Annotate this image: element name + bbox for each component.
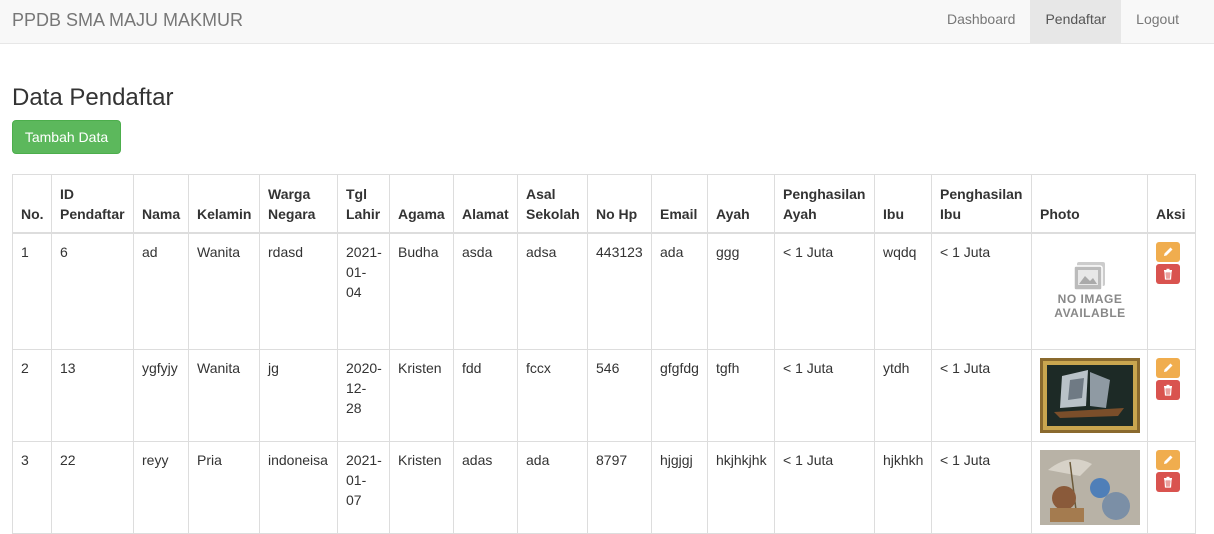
table-cell: Kristen — [389, 441, 454, 534]
photo-thumbnail[interactable] — [1040, 450, 1140, 525]
table-cell: < 1 Juta — [774, 441, 875, 534]
trash-icon — [1164, 476, 1172, 488]
page-title: Data Pendaftar — [12, 84, 174, 111]
table-cell: < 1 Juta — [774, 232, 875, 350]
table-cell: 2 — [12, 349, 52, 442]
table-cell: wqdq — [874, 232, 932, 350]
table-cell: adas — [453, 441, 518, 534]
table-cell: Wanita — [188, 349, 260, 442]
trash-icon — [1164, 384, 1172, 396]
table-cell: hkjhkjhk — [707, 441, 775, 534]
table-cell: 8797 — [587, 441, 652, 534]
col-header: Agama — [389, 174, 454, 234]
pencil-icon — [1164, 455, 1173, 464]
table-cell: Wanita — [188, 232, 260, 350]
trash-icon — [1164, 268, 1172, 280]
add-data-button[interactable]: Tambah Data — [12, 120, 121, 154]
col-header: Penghasilan Ayah — [774, 174, 875, 234]
photo-cell — [1031, 441, 1148, 534]
table-cell: < 1 Juta — [774, 349, 875, 442]
table-header-row: No. ID Pendaftar Nama Kelamin Warga Nega… — [12, 174, 1196, 234]
actions-cell — [1147, 349, 1196, 442]
photo-cell: NO IMAGE AVAILABLE — [1031, 232, 1148, 350]
table-cell: Kristen — [389, 349, 454, 442]
table-cell: 3 — [12, 441, 52, 534]
col-header: Warga Negara — [259, 174, 338, 234]
navbar: PPDB SMA MAJU MAKMUR Dashboard Pendaftar… — [0, 0, 1214, 44]
nav-item-pendaftar[interactable]: Pendaftar — [1030, 0, 1122, 43]
table-cell: gfgfdg — [651, 349, 708, 442]
edit-button[interactable] — [1156, 241, 1180, 262]
table-cell: reyy — [133, 441, 189, 534]
table-row: 2 13 ygfyjy Wanita jg 2020-12-28 Kristen… — [12, 349, 1196, 442]
table-cell: ggg — [707, 232, 775, 350]
table-cell: ygfyjy — [133, 349, 189, 442]
table-cell: ada — [517, 441, 588, 534]
col-header: Alamat — [453, 174, 518, 234]
table-cell: indoneisa — [259, 441, 338, 534]
pencil-icon — [1164, 363, 1173, 372]
table-cell: 1 — [12, 232, 52, 350]
table-cell: fccx — [517, 349, 588, 442]
table-cell: tgfh — [707, 349, 775, 442]
actions-cell — [1147, 441, 1196, 534]
table-cell: 13 — [51, 349, 134, 442]
table-cell: hjkhkh — [874, 441, 932, 534]
table-cell: 6 — [51, 232, 134, 350]
nav-menu: Dashboard Pendaftar Logout — [932, 0, 1194, 43]
table-cell: 2021-01-07 — [337, 441, 390, 534]
table-cell: ytdh — [874, 349, 932, 442]
actions-cell — [1147, 232, 1196, 350]
col-header: Photo — [1031, 174, 1148, 234]
table-cell: asda — [453, 232, 518, 350]
col-header: Ayah — [707, 174, 775, 234]
col-header: Email — [651, 174, 708, 234]
col-header: Penghasilan Ibu — [931, 174, 1032, 234]
table-cell: < 1 Juta — [931, 232, 1032, 350]
pendaftar-table: No. ID Pendaftar Nama Kelamin Warga Nega… — [12, 174, 1196, 534]
no-image-text: NO IMAGE AVAILABLE — [1054, 292, 1126, 320]
col-header: Kelamin — [188, 174, 260, 234]
table-cell: 2020-12-28 — [337, 349, 390, 442]
nav-item-dashboard[interactable]: Dashboard — [932, 0, 1031, 43]
col-header: Nama — [133, 174, 189, 234]
edit-button[interactable] — [1156, 358, 1180, 378]
table-cell: rdasd — [259, 232, 338, 350]
table-cell: < 1 Juta — [931, 349, 1032, 442]
table-cell: hjgjgj — [651, 441, 708, 534]
table-cell: adsa — [517, 232, 588, 350]
delete-button[interactable] — [1156, 380, 1180, 400]
table-cell: 2021-01-04 — [337, 232, 390, 350]
table-cell: ad — [133, 232, 189, 350]
table-cell: 546 — [587, 349, 652, 442]
no-image-placeholder: NO IMAGE AVAILABLE — [1040, 242, 1140, 327]
table-cell: Budha — [389, 232, 454, 350]
table-cell: 443123 — [587, 232, 652, 350]
delete-button[interactable] — [1156, 263, 1180, 284]
photo-cell — [1031, 349, 1148, 442]
table-cell: Pria — [188, 441, 260, 534]
col-header: No Hp — [587, 174, 652, 234]
col-header: Aksi — [1147, 174, 1196, 234]
pencil-icon — [1164, 247, 1173, 256]
col-header: ID Pendaftar — [51, 174, 134, 234]
brand-title[interactable]: PPDB SMA MAJU MAKMUR — [12, 10, 243, 31]
photo-thumbnail[interactable] — [1040, 358, 1140, 433]
image-placeholder-icon — [1073, 262, 1105, 291]
table-cell: ada — [651, 232, 708, 350]
col-header: Asal Sekolah — [517, 174, 588, 234]
col-header: No. — [12, 174, 52, 234]
table-cell: jg — [259, 349, 338, 442]
table-cell: fdd — [453, 349, 518, 442]
col-header: Tgl Lahir — [337, 174, 390, 234]
table-row: 1 6 ad Wanita rdasd 2021-01-04 Budha asd… — [12, 232, 1196, 350]
table-row: 3 22 reyy Pria indoneisa 2021-01-07 Kris… — [12, 441, 1196, 534]
delete-button[interactable] — [1156, 472, 1180, 492]
nav-item-logout[interactable]: Logout — [1121, 0, 1194, 43]
table-cell: < 1 Juta — [931, 441, 1032, 534]
col-header: Ibu — [874, 174, 932, 234]
table-cell: 22 — [51, 441, 134, 534]
edit-button[interactable] — [1156, 450, 1180, 470]
